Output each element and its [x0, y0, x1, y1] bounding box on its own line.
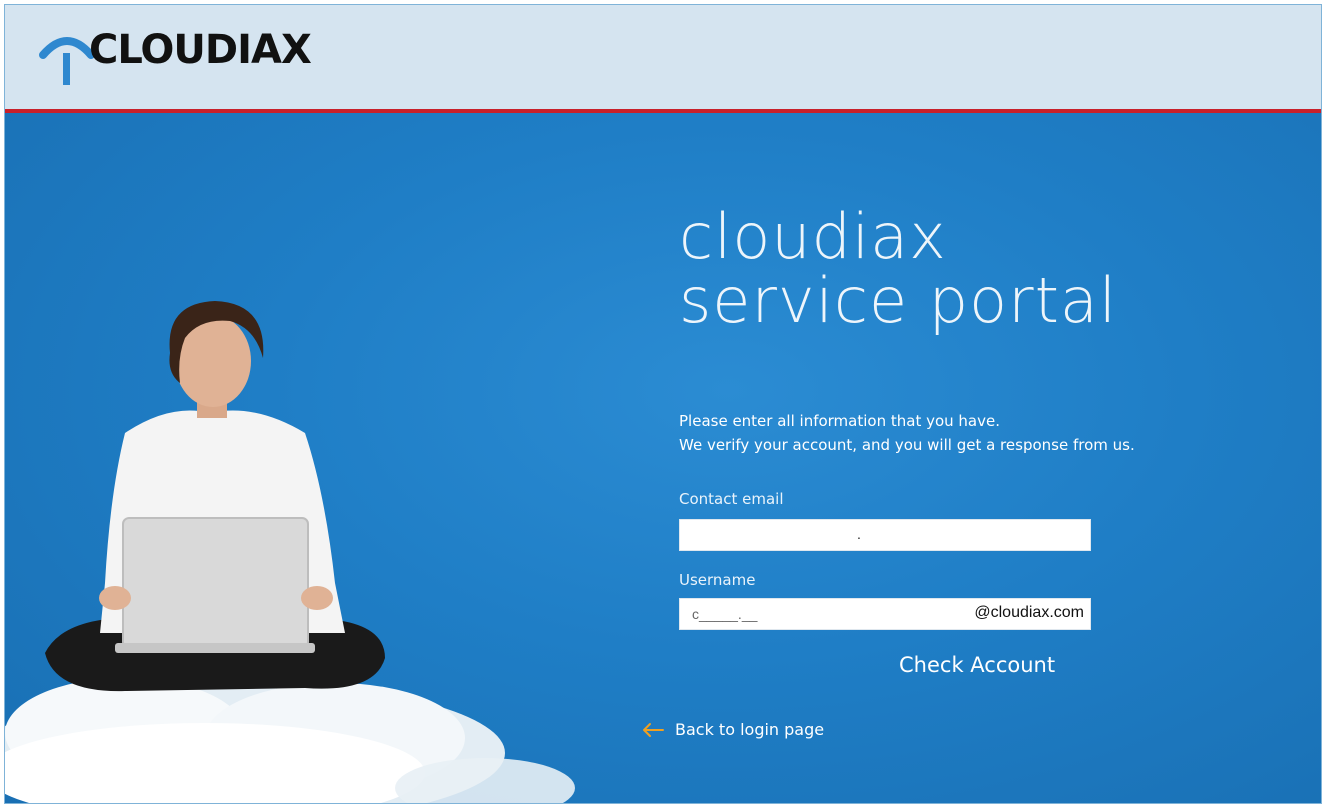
- page-frame: CLOUDIAX cloudiax service portal Please …: [4, 4, 1322, 804]
- intro-line1: Please enter all information that you ha…: [679, 412, 1000, 430]
- header-bar: CLOUDIAX: [5, 5, 1321, 109]
- main-panel: cloudiax service portal Please enter all…: [5, 113, 1321, 803]
- intro-line2: We verify your account, and you will get…: [679, 436, 1135, 454]
- username-domain-suffix: @cloudiax.com: [974, 604, 1084, 621]
- username-value: c_____.__: [692, 606, 758, 622]
- username-label: Username: [679, 571, 756, 589]
- portal-title-line2: service portal: [679, 264, 1118, 337]
- check-account-button[interactable]: Check Account: [895, 649, 1059, 681]
- username-field[interactable]: c_____.__ @cloudiax.com: [679, 598, 1091, 630]
- back-to-login-link[interactable]: Back to login page: [641, 720, 824, 739]
- contact-email-label: Contact email: [679, 490, 784, 508]
- arrow-left-icon: [643, 722, 664, 737]
- portal-title-line1: cloudiax: [679, 200, 947, 273]
- email-value: .: [857, 526, 861, 542]
- back-to-login-label: Back to login page: [675, 720, 825, 739]
- contact-email-field[interactable]: .: [679, 519, 1091, 551]
- intro-text: Please enter all information that you ha…: [679, 409, 1135, 457]
- logo-text: CLOUDIAX: [89, 27, 312, 73]
- portal-title: cloudiax service portal: [679, 205, 1117, 333]
- hero-illustration: [5, 301, 575, 803]
